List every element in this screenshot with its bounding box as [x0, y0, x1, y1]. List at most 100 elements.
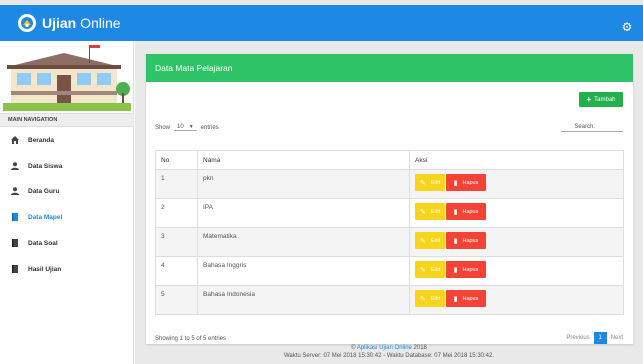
page-length-value: 10 — [177, 124, 184, 130]
pager-previous[interactable]: Previous — [566, 335, 589, 341]
cell-no: 2 — [155, 198, 198, 228]
sidebar-item-label: Data Siswa — [28, 162, 63, 170]
trash-icon: ▮ — [453, 295, 458, 303]
app-link[interactable]: Aplikasi Ujian Online — [357, 345, 412, 351]
cell-nama: Bahasa Indonesia — [197, 285, 410, 315]
delete-label: Hapus — [462, 266, 479, 273]
sidebar-item-data-soal[interactable]: Data Soal — [0, 232, 134, 254]
delete-label: Hapus — [462, 179, 479, 186]
cell-aksi: ✎ Edit ▮ Hapus — [409, 198, 624, 228]
subjects-table: No Nama Aksi 1 pkn ✎ Edit ▮ Hapus 2 IPA ✎ Ed… — [155, 150, 624, 315]
nav-header: MAIN NAVIGATION — [0, 113, 134, 127]
book-icon — [10, 264, 20, 274]
brand-light: Online — [80, 15, 121, 31]
edit-label: Edit — [430, 266, 441, 273]
app-brand[interactable]: Ujian Online — [42, 15, 121, 31]
person-icon — [10, 161, 20, 171]
delete-button[interactable]: ▮ Hapus — [446, 261, 486, 278]
entries-label: entries — [200, 124, 219, 131]
cell-no: 1 — [155, 169, 198, 199]
edit-label: Edit — [430, 237, 441, 244]
cell-aksi: ✎ Edit ▮ Hapus — [409, 169, 624, 199]
school-building-illustration — [3, 45, 131, 111]
trash-icon: ▮ — [453, 266, 458, 274]
edit-label: Edit — [430, 179, 441, 186]
column-header-nama[interactable]: Nama — [197, 150, 410, 170]
page-length-control: Show 10 ▼ entries — [155, 124, 219, 131]
show-label: Show — [155, 124, 171, 131]
home-icon — [10, 135, 20, 145]
cell-nama: Matematika — [197, 227, 410, 257]
add-button[interactable]: + Tambah — [579, 92, 623, 107]
delete-button[interactable]: ▮ Hapus — [446, 290, 486, 307]
app-logo[interactable] — [18, 14, 36, 32]
pagination: Previous 1 Next — [566, 332, 623, 344]
add-button-label: Tambah — [594, 96, 616, 103]
page-footer: © Aplikasi Ujian Online 2018 Waktu Serve… — [135, 344, 643, 360]
edit-button[interactable]: ✎ Edit — [415, 203, 445, 220]
server-time: Waktu Server: 07 Mei 2018 15:30:42 - Wak… — [283, 353, 494, 359]
pager-next[interactable]: Next — [611, 335, 623, 341]
cell-nama: Bahasa Inggris — [197, 256, 410, 286]
table-row: 5 Bahasa Indonesia ✎ Edit ▮ Hapus — [155, 285, 624, 315]
settings-gear-icon[interactable]: ⚙ — [621, 21, 633, 33]
sidebar-item-data-mapel[interactable]: Data Mapel — [0, 206, 134, 228]
card-title: Data Mata Pelajaran — [146, 54, 633, 82]
delete-label: Hapus — [462, 295, 479, 302]
caret-down-icon: ▼ — [188, 124, 194, 130]
pencil-icon: ✎ — [419, 208, 426, 216]
sidebar-item-label: Data Mapel — [28, 213, 63, 221]
trash-icon: ▮ — [453, 179, 458, 187]
column-header-aksi[interactable]: Aksi — [409, 150, 624, 170]
data-card: Data Mata Pelajaran + Tambah Show 10 ▼ e… — [146, 54, 633, 344]
copyright-line: © Aplikasi Ujian Online 2018 — [135, 344, 643, 352]
plus-icon: + — [586, 95, 592, 104]
delete-button[interactable]: ▮ Hapus — [446, 232, 486, 249]
cell-aksi: ✎ Edit ▮ Hapus — [409, 227, 624, 257]
cell-nama: pkn — [197, 169, 410, 199]
column-header-no[interactable]: No — [155, 150, 198, 170]
delete-button[interactable]: ▮ Hapus — [446, 203, 486, 220]
copyright-symbol: © — [351, 345, 356, 351]
table-row: 4 Bahasa Inggris ✎ Edit ▮ Hapus — [155, 256, 624, 286]
sidebar-item-label: Data Soal — [28, 239, 58, 247]
edit-button[interactable]: ✎ Edit — [415, 174, 445, 191]
pencil-icon: ✎ — [419, 295, 426, 303]
book-icon — [10, 212, 20, 222]
cell-aksi: ✎ Edit ▮ Hapus — [409, 256, 624, 286]
table-row: 2 IPA ✎ Edit ▮ Hapus — [155, 198, 624, 228]
delete-label: Hapus — [462, 208, 479, 215]
table-row: 1 pkn ✎ Edit ▮ Hapus — [155, 169, 624, 199]
table-info: Showing 1 to 5 of 5 entries — [155, 336, 227, 342]
pencil-icon: ✎ — [419, 266, 426, 274]
edit-label: Edit — [430, 295, 441, 302]
edit-label: Edit — [430, 208, 441, 215]
sidebar-item-label: Data Guru — [28, 187, 60, 195]
cell-aksi: ✎ Edit ▮ Hapus — [409, 285, 624, 315]
search-input[interactable] — [561, 121, 623, 132]
cell-no: 5 — [155, 285, 198, 315]
sidebar-item-beranda[interactable]: Beranda — [0, 129, 134, 151]
edit-button[interactable]: ✎ Edit — [415, 232, 445, 249]
trash-icon: ▮ — [453, 208, 458, 216]
cell-nama: IPA — [197, 198, 410, 228]
brand-bold: Ujian — [42, 15, 77, 31]
sidebar-item-hasil-ujian[interactable]: Hasil Ujian — [0, 258, 134, 280]
cell-no: 4 — [155, 256, 198, 286]
sidebar-item-data-siswa[interactable]: Data Siswa — [0, 155, 134, 177]
edit-button[interactable]: ✎ Edit — [415, 261, 445, 278]
sidebar: MAIN NAVIGATION Beranda Data Siswa Data … — [0, 41, 134, 364]
sidebar-item-label: Beranda — [28, 136, 55, 144]
table-row: 3 Matematika ✎ Edit ▮ Hapus — [155, 227, 624, 257]
edit-button[interactable]: ✎ Edit — [415, 290, 445, 307]
school-emblem-icon — [21, 17, 33, 29]
sidebar-item-label: Hasil Ujian — [28, 265, 62, 273]
pager-page-1[interactable]: 1 — [593, 332, 607, 344]
page-length-select[interactable]: 10 ▼ — [174, 124, 197, 131]
trash-icon: ▮ — [453, 237, 458, 245]
delete-button[interactable]: ▮ Hapus — [446, 174, 486, 191]
copyright-year: 2018 — [413, 345, 427, 351]
sidebar-item-data-guru[interactable]: Data Guru — [0, 180, 134, 202]
delete-label: Hapus — [462, 237, 479, 244]
pencil-icon: ✎ — [419, 237, 426, 245]
